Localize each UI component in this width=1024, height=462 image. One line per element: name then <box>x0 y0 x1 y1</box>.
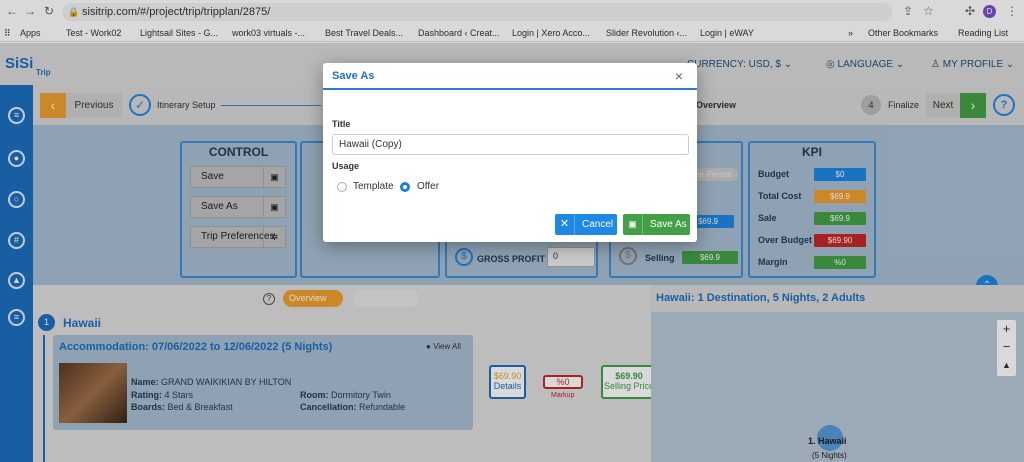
cancel-label: Cancel <box>582 219 614 230</box>
offer-radio[interactable] <box>400 182 410 192</box>
template-radio[interactable] <box>337 182 347 192</box>
title-input[interactable] <box>332 134 689 155</box>
save-as-button[interactable]: ▣ Save As <box>623 214 690 235</box>
save-as-dialog: Save As × Title Usage Template Offer ✕ C… <box>323 63 697 242</box>
template-label[interactable]: Template <box>353 181 394 192</box>
cancel-button[interactable]: ✕ Cancel <box>555 214 617 235</box>
title-label: Title <box>332 119 351 129</box>
dialog-header: Save As × <box>323 63 697 90</box>
save-as-label: Save As <box>650 219 687 230</box>
close-icon[interactable]: × <box>675 68 683 84</box>
offer-label[interactable]: Offer <box>417 181 439 192</box>
close-icon: ✕ <box>555 214 575 235</box>
dialog-title: Save As <box>332 70 375 82</box>
usage-label: Usage <box>332 161 360 171</box>
floppy-icon: ▣ <box>623 214 643 235</box>
